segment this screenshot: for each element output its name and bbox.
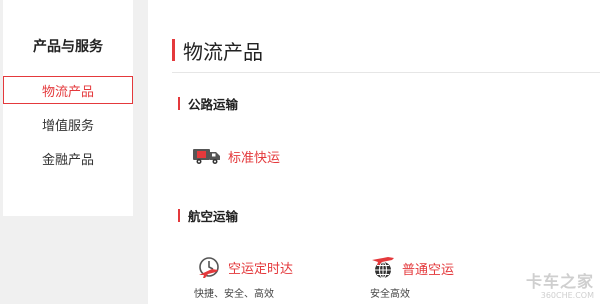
watermark-subtext: 360CHE.COM <box>540 291 594 300</box>
title-divider <box>172 72 600 73</box>
product-label: 标准快运 <box>228 150 281 166</box>
title-accent-bar <box>172 39 175 61</box>
section-label: 航空运输 <box>188 208 239 224</box>
sidebar: 产品与服务 物流产品 增值服务 金融产品 <box>3 0 133 216</box>
page-title: 物流产品 <box>183 39 263 64</box>
product-standard-express[interactable]: 标准快运 <box>192 145 280 167</box>
section-accent-bar <box>178 208 180 222</box>
section-road-transport: 公路运输 <box>178 95 239 112</box>
sidebar-title: 产品与服务 <box>33 39 103 55</box>
section-air-transport: 航空运输 <box>178 207 239 224</box>
main-panel: 物流产品 公路运输 标准快运 航空运输 空运定时达 快捷、安全、高效 普通空运 … <box>148 0 600 304</box>
product-label: 普通空运 <box>402 262 455 278</box>
product-description: 快捷、安全、高效 <box>194 289 274 300</box>
product-description: 安全高效 <box>370 289 410 300</box>
product-standard-air[interactable]: 普通空运 <box>370 255 454 281</box>
globe-plane-icon <box>370 255 398 281</box>
page-header: 物流产品 <box>172 38 263 64</box>
product-air-time-definite[interactable]: 空运定时达 <box>196 255 293 279</box>
sidebar-item-financial-products[interactable]: 金融产品 <box>3 144 133 172</box>
section-accent-bar <box>178 96 180 110</box>
section-label: 公路运输 <box>188 96 239 112</box>
truck-icon <box>192 145 224 167</box>
sidebar-item-value-added-services[interactable]: 增值服务 <box>3 110 133 138</box>
product-label: 空运定时达 <box>228 261 294 277</box>
watermark-text: 卡车之家 <box>525 272 594 291</box>
clock-plane-icon <box>196 255 224 279</box>
sidebar-item-logistics-products[interactable]: 物流产品 <box>3 76 133 104</box>
watermark-logo: 卡车之家 360CHE.COM <box>525 272 594 301</box>
